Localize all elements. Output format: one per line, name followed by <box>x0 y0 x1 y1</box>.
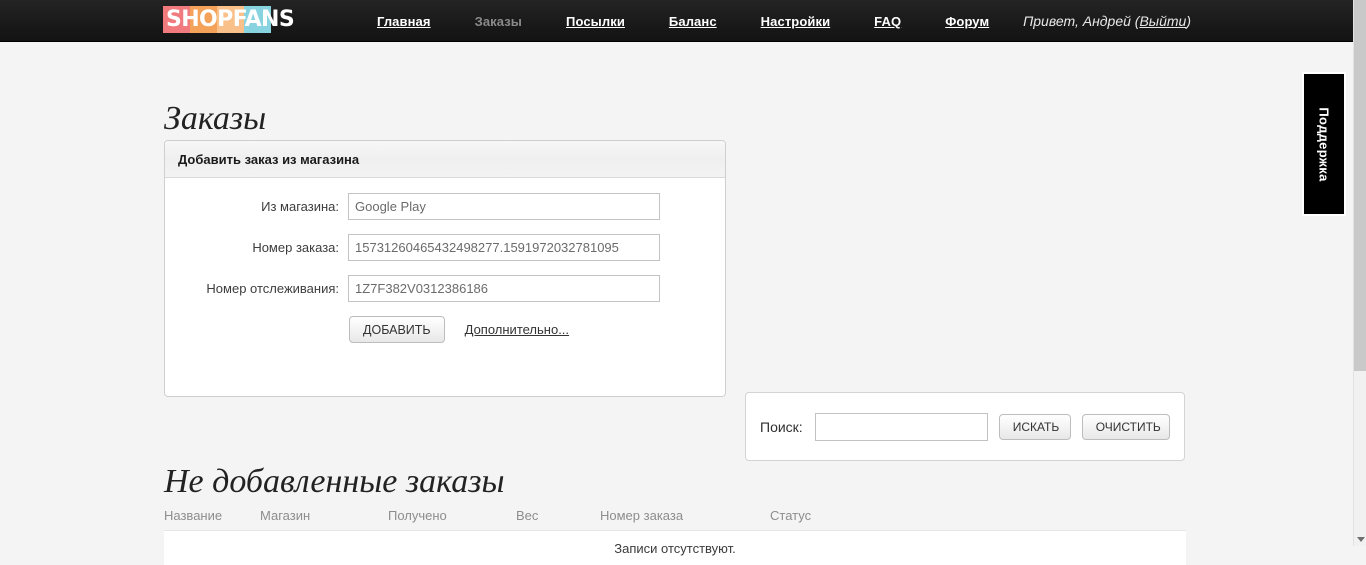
form-row-order-number: Номер заказа: <box>165 234 725 261</box>
support-tab-label: Поддержка <box>1316 106 1332 182</box>
tracking-number-label: Номер отслеживания: <box>206 281 339 296</box>
nav-item-4[interactable]: Баланс <box>647 14 739 29</box>
search-input[interactable] <box>814 412 988 441</box>
scrollbar-thumb[interactable] <box>1354 0 1366 371</box>
add-order-button[interactable]: ДОБАВИТЬ <box>349 316 445 343</box>
greeting-suffix: ) <box>1186 13 1191 29</box>
tracking-number-input[interactable] <box>348 275 660 302</box>
clear-search-button[interactable]: ОЧИСТИТЬ <box>1081 413 1170 440</box>
orders-table-empty-row: Записи отсутствуют. <box>164 530 1186 565</box>
nav-item-2: Заказы <box>474 13 523 29</box>
search-panel: Поиск: ИСКАТЬ ОЧИСТИТЬ <box>745 392 1185 461</box>
user-greeting: Привет, Андрей (Выйти) <box>1023 0 1191 42</box>
table-column-header-6: Статус <box>770 508 812 523</box>
page-title: Заказы <box>164 100 267 137</box>
table-column-header-5: Номер заказа <box>600 508 684 523</box>
table-column-header-2: Магазин <box>260 508 311 523</box>
table-column-header-3: Получено <box>388 508 447 523</box>
section-title: Не добавленные заказы <box>164 463 505 500</box>
support-tab[interactable]: Поддержка <box>1302 72 1346 216</box>
add-order-form: Из магазина: Номер заказа: Номер отслежи… <box>165 178 725 343</box>
site-logo[interactable]: SHOP FANS <box>163 6 295 33</box>
add-order-panel: Добавить заказ из магазина Из магазина: … <box>164 140 726 397</box>
form-row-store: Из магазина: <box>165 193 725 220</box>
nav-item-3[interactable]: Посылки <box>544 14 647 29</box>
orders-table-header: Название Магазин Получено Вес Номер заказа Ст… <box>164 501 1186 530</box>
store-input[interactable] <box>348 193 660 220</box>
table-column-header-4: Вес <box>516 508 539 523</box>
logo-word-fans: FANS <box>232 7 295 32</box>
scroll-down-arrow-icon[interactable] <box>1354 532 1366 546</box>
main-navigation: Главная Заказы Посылки Баланс Настройки FAQ Фо… <box>355 0 1011 42</box>
form-row-tracking-number: Номер отслеживания: <box>165 275 725 302</box>
orders-table: Название Магазин Получено Вес Номер заказа Ст… <box>164 501 1186 565</box>
search-label: Поиск: <box>760 418 803 435</box>
vertical-scrollbar[interactable] <box>1353 0 1366 546</box>
store-label: Из магазина: <box>261 199 339 214</box>
page-content: Заказы Добавить заказ из магазина Из маг… <box>0 42 1353 565</box>
nav-item-5[interactable]: Настройки <box>739 14 853 29</box>
order-number-input[interactable] <box>348 234 660 261</box>
additional-options-link[interactable]: Дополнительно... <box>465 322 569 337</box>
nav-item-7[interactable]: Форум <box>923 14 1011 29</box>
nav-item-1[interactable]: Главная <box>355 14 453 29</box>
add-order-panel-header: Добавить заказ из магазина <box>165 141 725 178</box>
top-navigation-bar: SHOP FANS Главная Заказы Посылки Баланс Настр… <box>0 0 1353 42</box>
search-button[interactable]: ИСКАТЬ <box>998 413 1071 440</box>
greeting-text: Привет, Андрей ( <box>1023 13 1140 29</box>
logout-link[interactable]: Выйти <box>1139 13 1186 29</box>
table-column-header-1: Название <box>164 508 223 523</box>
order-number-label: Номер заказа: <box>252 240 339 255</box>
nav-item-6[interactable]: FAQ <box>852 14 923 29</box>
logo-word-shop: SHOP <box>166 7 233 32</box>
logo-wordmark: SHOP FANS <box>163 6 313 33</box>
empty-message: Записи отсутствуют. <box>614 540 736 556</box>
add-order-actions: ДОБАВИТЬ Дополнительно... <box>165 316 725 343</box>
